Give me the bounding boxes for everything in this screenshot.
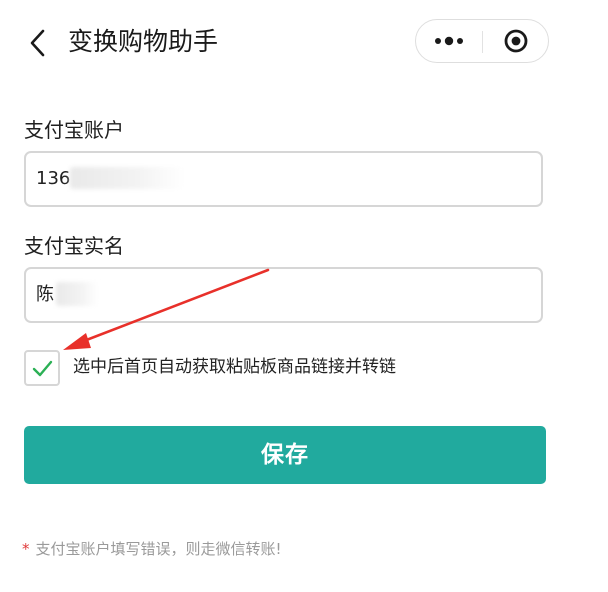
- account-mask: [70, 167, 184, 189]
- more-dots-icon: [435, 36, 463, 46]
- target-close-icon: [504, 29, 528, 53]
- required-star: *: [22, 540, 30, 558]
- name-input[interactable]: 陈: [24, 267, 543, 323]
- account-label: 支付宝账户: [24, 118, 124, 142]
- checkmark-icon: [32, 360, 53, 377]
- auto-convert-checkbox[interactable]: [24, 350, 60, 386]
- chevron-left-icon: [30, 29, 45, 57]
- save-button[interactable]: 保存: [24, 426, 546, 484]
- close-button[interactable]: [483, 20, 549, 62]
- account-warning-note: * 支付宝账户填写错误，则走微信转账!: [22, 538, 282, 560]
- more-button[interactable]: [416, 20, 482, 62]
- mini-program-capsule: [415, 19, 549, 63]
- name-value: 陈: [36, 284, 54, 305]
- name-mask: [56, 282, 98, 306]
- account-value: 136: [36, 168, 71, 189]
- name-label: 支付宝实名: [24, 234, 124, 258]
- back-button[interactable]: [26, 28, 52, 58]
- navigation-bar: 变换购物助手: [0, 0, 608, 84]
- account-input[interactable]: 136: [24, 151, 543, 207]
- auto-convert-label: 选中后首页自动获取粘贴板商品链接并转链: [73, 357, 396, 377]
- page-title: 变换购物助手: [68, 27, 219, 56]
- warning-text: 支付宝账户填写错误，则走微信转账!: [35, 540, 282, 558]
